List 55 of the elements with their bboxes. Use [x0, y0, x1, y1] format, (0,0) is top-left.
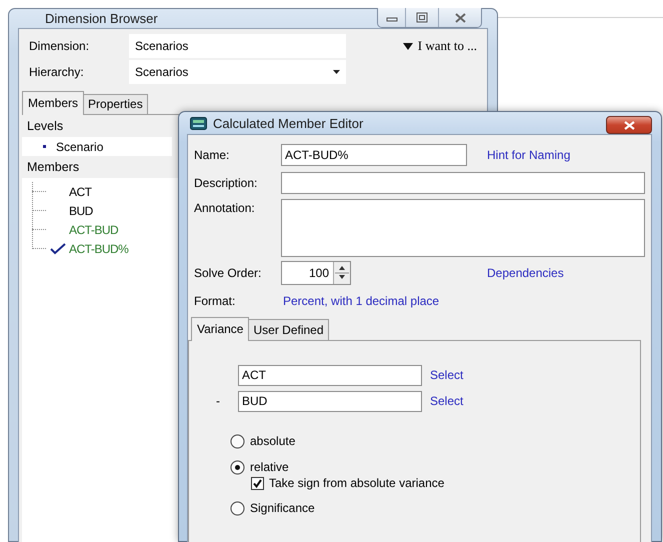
- maximize-button[interactable]: [405, 8, 438, 27]
- dimension-field[interactable]: Scenarios: [129, 34, 346, 58]
- maximize-icon: [416, 12, 428, 23]
- radio-button[interactable]: [230, 500, 245, 516]
- close-button[interactable]: [606, 116, 652, 134]
- radio-button[interactable]: [230, 460, 245, 474]
- option-label: Significance: [250, 501, 315, 515]
- member-item[interactable]: ACT: [69, 184, 92, 198]
- operator-sign: -: [215, 394, 221, 408]
- field-label: Dimension:: [29, 39, 90, 53]
- member-field[interactable]: ACT: [238, 364, 422, 386]
- tab[interactable]: User Defined: [248, 319, 329, 340]
- action-menu[interactable]: I want to ...: [418, 38, 477, 54]
- field-label: Solve Order:: [194, 266, 262, 280]
- tab[interactable]: Members: [22, 91, 84, 115]
- bullet-icon: [43, 145, 46, 148]
- option-label: Take sign from absolute variance: [269, 476, 444, 490]
- member-item[interactable]: BUD: [69, 204, 93, 218]
- tab[interactable]: Variance: [191, 317, 250, 341]
- description-field[interactable]: [281, 172, 645, 194]
- field-label: Format:: [194, 294, 236, 308]
- dropdown-arrow-icon: [402, 42, 413, 50]
- select-link[interactable]: Select: [430, 368, 640, 382]
- member-item[interactable]: ACT-BUD%: [69, 242, 128, 256]
- format-link[interactable]: Percent, with 1 decimal place: [281, 294, 645, 308]
- solve-order-spinner[interactable]: 100: [281, 261, 351, 285]
- member-item[interactable]: ACT-BUD: [69, 222, 118, 236]
- close-button[interactable]: [438, 8, 481, 27]
- tab[interactable]: Properties: [83, 94, 148, 114]
- checkbox[interactable]: [251, 476, 264, 490]
- window-title: Dimension Browser: [45, 11, 159, 26]
- field-label: Annotation:: [194, 200, 256, 215]
- option-label: absolute: [250, 434, 296, 448]
- option-label: relative: [250, 460, 289, 474]
- level-item[interactable]: Scenario: [22, 137, 172, 156]
- hierarchy-dropdown[interactable]: Scenarios: [129, 60, 346, 84]
- field-label: Description:: [194, 176, 258, 190]
- select-link[interactable]: Select: [430, 394, 640, 408]
- window-title: Calculated Member Editor: [213, 116, 364, 130]
- radio-button[interactable]: [230, 434, 245, 448]
- close-icon: [454, 12, 466, 22]
- section-header: Levels: [26, 118, 64, 135]
- field-label: Hierarchy:: [29, 65, 85, 79]
- dropdown-arrow-icon: [333, 70, 340, 74]
- section-header: Members: [26, 159, 80, 176]
- close-icon: [624, 120, 634, 130]
- hint-link[interactable]: Hint for Naming: [487, 148, 570, 162]
- name-field[interactable]: ACT-BUD%: [281, 144, 467, 166]
- minimize-button[interactable]: [378, 8, 405, 27]
- dependencies-link[interactable]: Dependencies: [487, 266, 564, 280]
- field-label: Name:: [194, 148, 230, 162]
- spinner-arrows-icon: [333, 262, 350, 284]
- member-field[interactable]: BUD: [238, 390, 422, 412]
- calculator-icon: [190, 116, 207, 130]
- annotation-field[interactable]: [281, 199, 645, 257]
